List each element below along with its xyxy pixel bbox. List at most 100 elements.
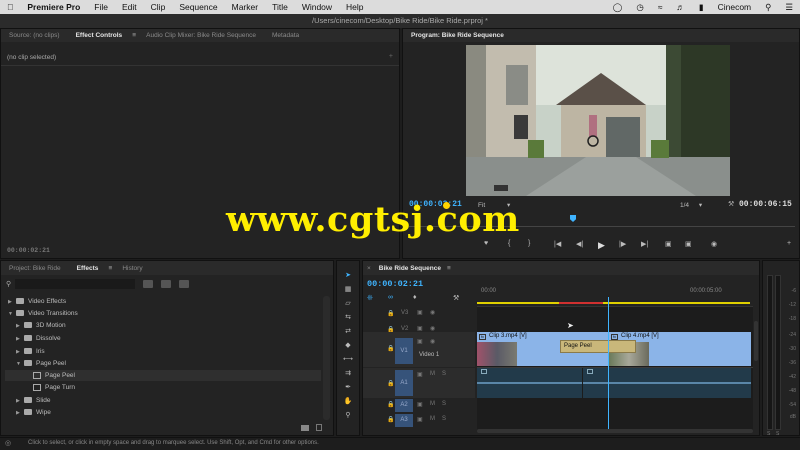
tree-slide[interactable]: ▶ Slide bbox=[16, 395, 50, 406]
menu-help[interactable]: Help bbox=[339, 2, 370, 12]
volume-icon[interactable]: ♬ bbox=[669, 2, 692, 12]
linked-selection-icon[interactable]: ∞ bbox=[388, 294, 393, 301]
trash-icon[interactable] bbox=[316, 424, 322, 431]
effects-scrollbar[interactable] bbox=[323, 296, 330, 420]
snap-icon[interactable]: ❊ bbox=[367, 294, 373, 302]
lock-icon[interactable]: 🔒 bbox=[387, 310, 394, 317]
eye-icon[interactable]: ◉ bbox=[430, 338, 435, 345]
toggle-sync-icon[interactable]: ▣ bbox=[417, 401, 423, 408]
solo-button[interactable]: S bbox=[442, 371, 446, 377]
user-name[interactable]: Cinecom bbox=[711, 2, 759, 12]
audio-clip-a1-1[interactable] bbox=[477, 368, 582, 398]
zoom-tool-icon[interactable]: ⚲ bbox=[343, 411, 353, 420]
selection-tool-icon[interactable]: ➤ bbox=[343, 271, 353, 280]
battery-icon[interactable]: ▮ bbox=[692, 2, 711, 13]
tab-source[interactable]: Source: (no clips) bbox=[1, 32, 68, 39]
lock-icon[interactable]: 🔒 bbox=[387, 401, 394, 408]
track-select-tool-icon[interactable]: ▦ bbox=[343, 285, 353, 294]
play-icon[interactable]: ▶ bbox=[598, 240, 605, 251]
slip-tool-icon[interactable]: ⟷ bbox=[343, 355, 353, 364]
rolling-edit-tool-icon[interactable]: ⇆ bbox=[343, 313, 353, 322]
wrench-icon[interactable]: ⚒ bbox=[728, 200, 734, 208]
tab-effect-controls[interactable]: Effect Controls bbox=[68, 32, 131, 39]
lock-icon[interactable]: 🔒 bbox=[387, 416, 394, 423]
tree-page-peel-folder[interactable]: ▼ Page Peel bbox=[16, 358, 66, 369]
tree-page-peel[interactable]: Page Peel bbox=[5, 370, 321, 381]
wifi-icon[interactable]: ≈ bbox=[651, 2, 670, 12]
menu-window[interactable]: Window bbox=[295, 2, 339, 12]
resolution-dropdown[interactable]: 1/4 ▾ bbox=[680, 201, 702, 209]
export-frame-icon[interactable]: ◉ bbox=[711, 240, 717, 248]
timeline-settings-icon[interactable]: ⚒ bbox=[453, 294, 459, 302]
timeline-scrollbar[interactable] bbox=[477, 429, 753, 433]
toggle-sync-icon[interactable]: ▣ bbox=[417, 309, 423, 316]
lock-icon[interactable]: 🔒 bbox=[387, 380, 394, 387]
tree-iris[interactable]: ▶ Iris bbox=[16, 346, 45, 357]
menu-file[interactable]: File bbox=[87, 2, 115, 12]
eye-icon[interactable]: ◉ bbox=[430, 309, 435, 316]
menu-title[interactable]: Title bbox=[265, 2, 295, 12]
close-tab-icon[interactable]: × bbox=[363, 265, 375, 272]
go-to-in-icon[interactable]: |◀ bbox=[554, 240, 561, 248]
list-icon[interactable]: ☰ bbox=[778, 2, 800, 13]
creative-cloud-icon[interactable]: ◯ bbox=[606, 2, 630, 13]
tab-audio-clip-mixer[interactable]: Audio Clip Mixer: Bike Ride Sequence bbox=[138, 32, 264, 39]
tab-history[interactable]: History bbox=[114, 265, 150, 272]
solo-button[interactable]: S bbox=[442, 401, 446, 407]
solo-button[interactable]: S bbox=[442, 416, 446, 422]
tab-effects[interactable]: Effects bbox=[69, 265, 107, 272]
timeline-timecode[interactable]: 00:00:02:21 bbox=[367, 279, 423, 289]
rate-stretch-tool-icon[interactable]: ⇄ bbox=[343, 327, 353, 336]
menu-clip[interactable]: Clip bbox=[144, 2, 173, 12]
step-back-icon[interactable]: ◀| bbox=[576, 240, 583, 248]
go-to-out-icon[interactable]: ▶| bbox=[641, 240, 648, 248]
mute-button[interactable]: M bbox=[430, 401, 435, 407]
toggle-sync-icon[interactable]: ▣ bbox=[417, 325, 423, 332]
mute-button[interactable]: M bbox=[430, 416, 435, 422]
tree-dissolve[interactable]: ▶ Dissolve bbox=[16, 333, 61, 344]
page-peel-transition[interactable]: Page Peel bbox=[560, 340, 636, 353]
toggle-sync-icon[interactable]: ▣ bbox=[417, 416, 423, 423]
yuv-effects-icon[interactable] bbox=[179, 280, 189, 288]
hand-tool-icon[interactable]: ✋ bbox=[343, 397, 353, 406]
track-target-a3[interactable]: A3 bbox=[395, 414, 413, 427]
mark-out-icon[interactable]: } bbox=[528, 240, 530, 247]
menu-sequence[interactable]: Sequence bbox=[172, 2, 224, 12]
apple-menu-icon[interactable]:  bbox=[0, 2, 20, 12]
search-icon[interactable]: ⚲ bbox=[758, 2, 778, 13]
pen-tool-icon[interactable]: ✒ bbox=[343, 383, 353, 392]
track-target-v1[interactable]: V1 bbox=[395, 338, 413, 364]
work-area-bar[interactable] bbox=[477, 302, 750, 304]
menu-edit[interactable]: Edit bbox=[115, 2, 144, 12]
panel-menu-icon[interactable]: ≡ bbox=[106, 265, 114, 272]
timeline-ruler[interactable]: 00:00 00:00:05:00 bbox=[477, 285, 753, 307]
tree-video-transitions[interactable]: ▼ Video Transitions bbox=[8, 308, 78, 319]
timeline-playhead[interactable] bbox=[608, 297, 609, 431]
program-ruler-playhead[interactable] bbox=[570, 215, 576, 222]
app-menu[interactable]: Premiere Pro bbox=[20, 2, 87, 12]
tree-3d-motion[interactable]: ▶ 3D Motion bbox=[16, 320, 66, 331]
tab-bike-ride-sequence[interactable]: Bike Ride Sequence bbox=[375, 265, 445, 272]
tree-page-turn[interactable]: Page Turn bbox=[33, 382, 75, 393]
panel-menu-icon[interactable]: ≡ bbox=[445, 265, 453, 272]
button-editor-icon[interactable]: + bbox=[787, 240, 791, 247]
add-marker-icon[interactable]: ♥ bbox=[484, 240, 488, 247]
tab-metadata[interactable]: Metadata bbox=[264, 32, 307, 39]
toggle-sync-icon[interactable]: ▣ bbox=[417, 371, 423, 378]
panel-menu-icon[interactable]: ≡ bbox=[130, 32, 138, 39]
effects-search-input[interactable] bbox=[15, 279, 135, 289]
track-target-a2[interactable]: A2 bbox=[395, 399, 413, 412]
lock-icon[interactable]: 🔒 bbox=[387, 345, 394, 352]
mute-button[interactable]: M bbox=[430, 371, 435, 377]
eye-icon[interactable]: ◉ bbox=[430, 325, 435, 332]
toggle-sync-icon[interactable]: ▣ bbox=[417, 338, 423, 345]
effects-search-icon[interactable]: ⚲ bbox=[6, 280, 11, 288]
video-preview[interactable] bbox=[466, 45, 730, 196]
mark-in-icon[interactable]: { bbox=[508, 240, 510, 247]
track-area[interactable]: fx Clip 3.mp4 [V] fx Clip 4.mp4 [V] Page… bbox=[477, 297, 753, 431]
ripple-edit-tool-icon[interactable]: ▱ bbox=[343, 299, 353, 308]
tree-wipe[interactable]: ▶ Wipe bbox=[16, 407, 51, 418]
step-forward-icon[interactable]: |▶ bbox=[619, 240, 626, 248]
slide-tool-icon[interactable]: ⇉ bbox=[343, 369, 353, 378]
timeline-vertical-scrollbar[interactable] bbox=[754, 321, 758, 361]
